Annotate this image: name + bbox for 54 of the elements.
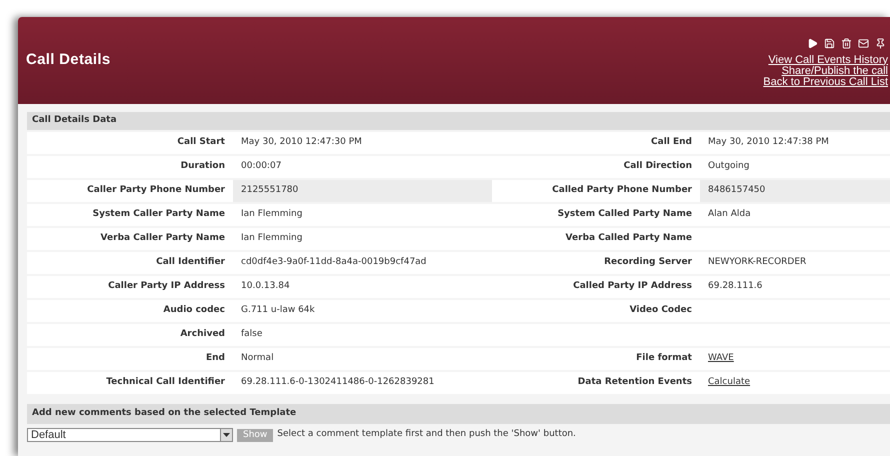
field-label: Caller Party IP Address xyxy=(108,280,225,294)
field-label: System Called Party Name xyxy=(558,208,692,222)
field-label: Audio codec xyxy=(163,304,225,318)
field-label: Called Party IP Address xyxy=(573,280,692,294)
field-value: Ian Flemming xyxy=(241,208,302,222)
field-value: Normal xyxy=(241,352,274,366)
field-label: Call Identifier xyxy=(156,256,225,270)
field-value: 69.28.111.6 xyxy=(708,280,762,294)
value-link[interactable]: WAVE xyxy=(708,352,734,366)
pin-icon[interactable] xyxy=(875,38,886,48)
field-label: Recording Server xyxy=(604,256,692,270)
field-label: Data Retention Events xyxy=(578,376,692,390)
field-value: 8486157450 xyxy=(708,184,766,198)
section-title: Add new comments based on the selected Template xyxy=(32,407,296,420)
field-label: File format xyxy=(636,352,692,366)
caret-icon xyxy=(223,433,230,437)
template-select[interactable]: Default xyxy=(27,428,233,442)
field-label: Verba Caller Party Name xyxy=(100,232,225,246)
field-value: 2125551780 xyxy=(241,184,298,198)
field-label: Video Codec xyxy=(630,304,692,318)
field-value: 10.0.13.84 xyxy=(241,280,290,294)
field-value: May 30, 2010 12:47:30 PM xyxy=(241,136,362,150)
field-label: Technical Call Identifier xyxy=(106,376,225,390)
play-icon[interactable] xyxy=(807,38,818,48)
field-label: Call End xyxy=(651,136,692,150)
field-label: Call Start xyxy=(177,136,225,150)
field-value: Ian Flemming xyxy=(241,232,302,246)
field-value: false xyxy=(241,328,262,342)
header-link[interactable]: Share/Publish the call xyxy=(782,66,888,76)
field-value: 69.28.111.6-0-1302411486-0-1262839281 xyxy=(241,376,434,390)
field-value: G.711 u-law 64k xyxy=(241,304,315,318)
field-value: NEWYORK-RECORDER xyxy=(708,256,806,270)
mail-icon[interactable] xyxy=(858,38,869,48)
field-value: Alan Alda xyxy=(708,208,751,222)
field-value: 00:00:07 xyxy=(241,160,282,174)
header-link[interactable]: View Call Events History xyxy=(768,54,888,66)
trash-icon[interactable] xyxy=(841,38,852,48)
save-icon[interactable] xyxy=(824,38,835,48)
value-link[interactable]: Calculate xyxy=(708,376,750,390)
page-title: Call Details xyxy=(26,50,110,70)
field-value: May 30, 2010 12:47:38 PM xyxy=(708,136,829,150)
field-label: System Caller Party Name xyxy=(92,208,225,222)
hint-text: Select a comment template first and then push the 'Show' button. xyxy=(277,428,576,442)
field-label: Verba Called Party Name xyxy=(566,232,692,246)
field-label: Archived xyxy=(180,328,225,342)
field-label: End xyxy=(206,352,225,366)
field-value: Outgoing xyxy=(708,160,750,174)
field-label: Duration xyxy=(180,160,225,174)
header-link[interactable]: Back to Previous Call List xyxy=(763,76,888,88)
field-label: Called Party Phone Number xyxy=(552,184,692,198)
section-title: Call Details Data xyxy=(32,114,117,128)
field-value: cd0df4e3-9a0f-11dd-8a4a-0019b9cf47ad xyxy=(241,256,426,270)
field-label: Caller Party Phone Number xyxy=(87,184,225,198)
field-label: Call Direction xyxy=(624,160,692,174)
